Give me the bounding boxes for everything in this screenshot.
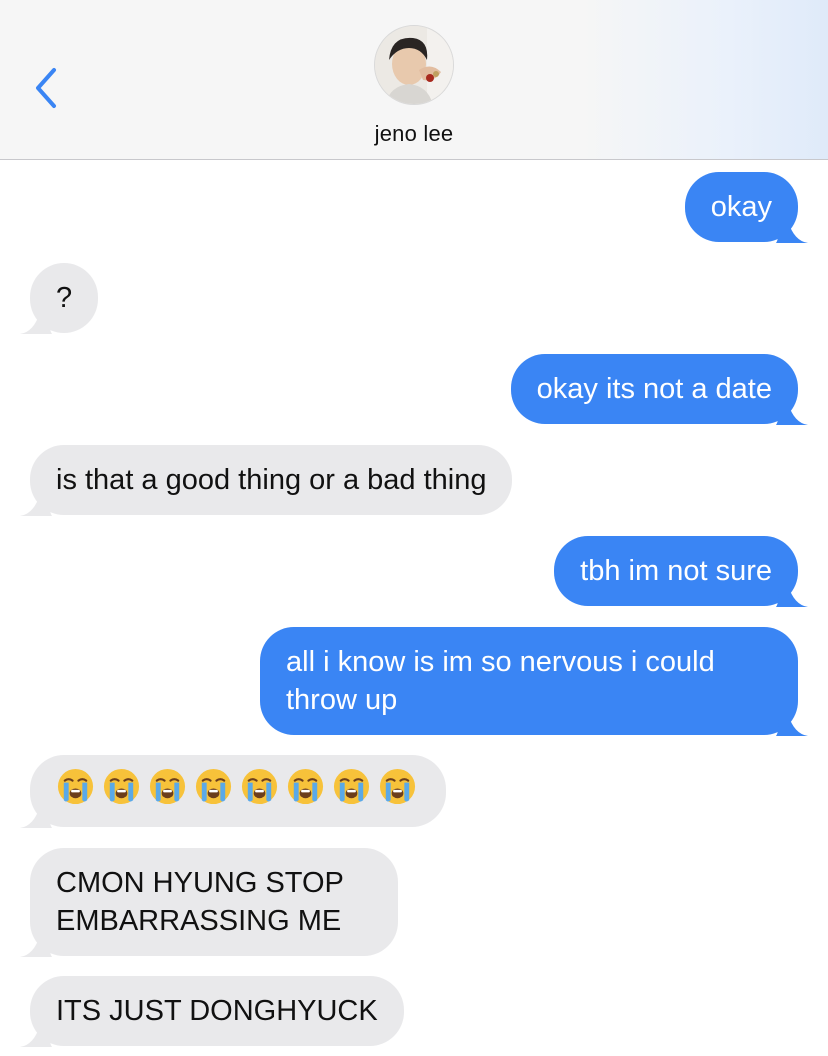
message-bubble-received[interactable]: ? [20, 263, 99, 334]
contact-name[interactable]: jeno lee [0, 121, 828, 147]
message-bubble-received[interactable]: CMON HYUNG STOP EMBARRASSING ME [20, 848, 398, 957]
message-text-line: EMBARRASSING ME [56, 905, 342, 937]
emoji-row [56, 768, 420, 810]
message-bubble-sent[interactable]: tbh im not sure [554, 536, 808, 607]
loudly-crying-face-icon [240, 767, 279, 816]
message-text: tbh im not sure [580, 555, 772, 587]
message-text-line: CMON HYUNG STOP [56, 867, 344, 899]
loudly-crying-face-icon [286, 767, 325, 816]
loudly-crying-face-icon [378, 767, 417, 816]
bubble-tail [776, 585, 808, 607]
avatar[interactable] [374, 25, 454, 105]
message-bubble-sent[interactable]: okay its not a date [510, 354, 808, 425]
message-text-line: all i know is im so nervous i could [286, 646, 715, 678]
back-button[interactable] [24, 60, 68, 116]
message-text-line: throw up [286, 684, 398, 716]
bubble-tail [20, 1025, 52, 1047]
loudly-crying-face-icon [332, 767, 371, 816]
loudly-crying-face-icon [56, 767, 95, 816]
message-bubble-sent[interactable]: okay [684, 172, 808, 243]
message-bubble-received[interactable] [20, 755, 446, 828]
bubble-tail [776, 221, 808, 243]
message-text: ? [56, 282, 73, 314]
bubble-tail [20, 806, 52, 828]
message-text: ITS JUST DONGHYUCK [56, 995, 378, 1027]
message-bubble-received[interactable]: is that a good thing or a bad thing [20, 445, 513, 516]
message-bubble-received[interactable]: ITS JUST DONGHYUCK [20, 976, 404, 1047]
conversation-header: jeno lee [0, 0, 828, 160]
message-text: is that a good thing or a bad thing [56, 464, 487, 496]
bubble-tail [20, 494, 52, 516]
message-text: okay [710, 191, 772, 223]
bubble-tail [776, 403, 808, 425]
loudly-crying-face-icon [148, 767, 187, 816]
contact-photo-icon [375, 26, 453, 104]
bubble-tail [776, 714, 808, 736]
message-text: okay its not a date [536, 373, 772, 405]
loudly-crying-face-icon [194, 767, 233, 816]
chevron-left-icon [36, 68, 56, 108]
bubble-tail [20, 312, 52, 334]
bubble-tail [20, 935, 52, 957]
loudly-crying-face-icon [102, 767, 141, 816]
message-bubble-sent[interactable]: all i know is im so nervous i could thro… [260, 627, 808, 736]
